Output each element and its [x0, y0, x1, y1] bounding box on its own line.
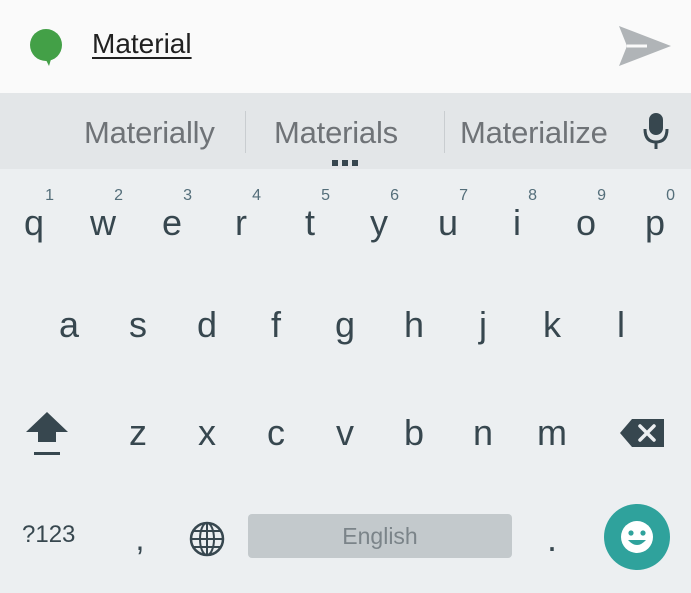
key-q[interactable]: 1q: [4, 179, 64, 259]
keyboard: 1q 2w 3e 4r 5t 6y 7u 8i 9o 0p a s d f g …: [0, 169, 691, 593]
key-k[interactable]: k: [522, 285, 582, 365]
shift-key[interactable]: [17, 393, 77, 473]
suggestion-strip: Materially Materials Materialize: [0, 93, 691, 169]
key-j[interactable]: j: [453, 285, 513, 365]
speech-bubble-avatar-icon: [30, 29, 62, 66]
send-icon[interactable]: [617, 20, 673, 72]
key-i[interactable]: 8i: [487, 179, 547, 259]
shift-icon: [26, 412, 68, 455]
emoji-icon: [621, 521, 653, 553]
period-key[interactable]: .: [522, 499, 582, 579]
key-h[interactable]: h: [384, 285, 444, 365]
key-v[interactable]: v: [315, 393, 375, 473]
key-z[interactable]: z: [108, 393, 168, 473]
key-p[interactable]: 0p: [625, 179, 685, 259]
backspace-icon: [620, 419, 664, 447]
suggestion-divider: [444, 111, 445, 153]
key-n[interactable]: n: [453, 393, 513, 473]
message-input[interactable]: Material: [92, 28, 192, 60]
space-bar[interactable]: English: [248, 514, 512, 558]
key-d[interactable]: d: [177, 285, 237, 365]
suggestion-1[interactable]: Materially: [84, 115, 215, 151]
language-key[interactable]: [177, 499, 237, 579]
emoji-key[interactable]: [604, 504, 670, 570]
key-t[interactable]: 5t: [280, 179, 340, 259]
key-c[interactable]: c: [246, 393, 306, 473]
key-x[interactable]: x: [177, 393, 237, 473]
key-f[interactable]: f: [246, 285, 306, 365]
suggestion-divider: [245, 111, 246, 153]
key-o[interactable]: 9o: [556, 179, 616, 259]
suggestion-3[interactable]: Materialize: [460, 115, 608, 151]
key-s[interactable]: s: [108, 285, 168, 365]
key-u[interactable]: 7u: [418, 179, 478, 259]
key-r[interactable]: 4r: [211, 179, 271, 259]
key-g[interactable]: g: [315, 285, 375, 365]
key-a[interactable]: a: [39, 285, 99, 365]
key-w[interactable]: 2w: [73, 179, 133, 259]
backspace-key[interactable]: [612, 393, 672, 473]
globe-icon: [189, 521, 225, 557]
key-l[interactable]: l: [591, 285, 651, 365]
key-m[interactable]: m: [522, 393, 582, 473]
symbols-key[interactable]: ?123: [22, 521, 75, 549]
ellipsis-icon[interactable]: [332, 159, 362, 167]
suggestion-2[interactable]: Materials: [274, 115, 398, 151]
compose-bar: Material: [0, 0, 691, 93]
key-y[interactable]: 6y: [349, 179, 409, 259]
microphone-icon[interactable]: [642, 111, 670, 151]
comma-key[interactable]: ,: [110, 499, 170, 579]
key-b[interactable]: b: [384, 393, 444, 473]
key-e[interactable]: 3e: [142, 179, 202, 259]
